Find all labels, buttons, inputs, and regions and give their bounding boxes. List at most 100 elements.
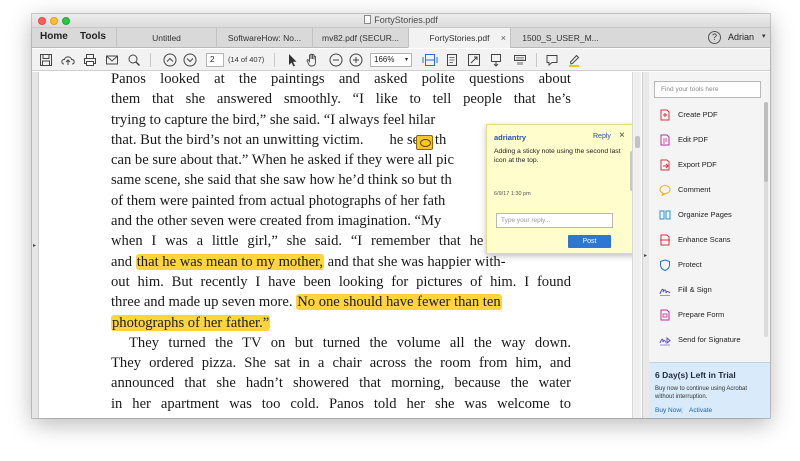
tool-label: Export PDF: [678, 160, 717, 169]
tab-untitled[interactable]: Untitled: [116, 28, 216, 48]
document-view[interactable]: Panos looked at the paintings and asked …: [40, 72, 632, 418]
select-cursor-icon[interactable]: [284, 52, 300, 68]
text-line: in her apartment was too cold. Panos tol…: [111, 395, 571, 412]
post-button[interactable]: Post: [568, 235, 611, 248]
trial-body: Buy now to continue using Acrobat withou…: [655, 386, 748, 400]
zoom-out-icon[interactable]: [328, 52, 344, 68]
toolbar-divider: [150, 53, 151, 67]
zoom-level-select[interactable]: 166% ▾: [370, 53, 412, 67]
find-tools-input[interactable]: Find your tools here: [654, 81, 761, 98]
tools-scrollbar[interactable]: [764, 102, 768, 337]
window-title: FortyStories.pdf: [32, 15, 770, 25]
highlight-pen-icon[interactable]: [566, 52, 582, 68]
comment-close-icon[interactable]: ×: [619, 130, 625, 141]
tools-scroll-thumb[interactable]: [764, 102, 768, 182]
text-fragment: three and made up seven more.: [111, 294, 293, 311]
zoom-level-value: 166%: [374, 55, 395, 64]
tool-fill-sign[interactable]: Fill & Sign: [649, 281, 762, 299]
comment-icon: [659, 183, 671, 197]
next-page-icon[interactable]: [182, 52, 198, 68]
email-icon[interactable]: [104, 52, 120, 68]
left-panel-toggle[interactable]: ▸: [32, 72, 39, 418]
tool-label: Comment: [678, 185, 711, 194]
text-line: three and made up seven more. No one sho…: [111, 292, 571, 312]
user-menu-caret-icon[interactable]: ▾: [762, 32, 766, 40]
document-icon: [364, 15, 372, 24]
text-fragment: and that she was happier with-: [327, 253, 506, 270]
text-line: Panos looked at the paintings and asked …: [111, 72, 571, 87]
save-icon[interactable]: [38, 52, 54, 68]
fill-sign-icon: [659, 283, 671, 296]
trial-separator: |: [681, 407, 683, 414]
expand-left-arrow-icon[interactable]: ▸: [33, 242, 36, 249]
reply-input[interactable]: Type your reply...: [496, 213, 613, 228]
tool-organize-pages[interactable]: Organize Pages: [649, 206, 762, 224]
tool-prepare-form[interactable]: Prepare Form: [649, 306, 762, 324]
tool-edit-pdf[interactable]: Edit PDF: [649, 131, 762, 149]
fit-page-scroll-icon[interactable]: [422, 52, 438, 68]
text-line: photographs of her father.”: [111, 313, 571, 333]
buy-now-link[interactable]: Buy Now: [655, 407, 681, 414]
activate-link[interactable]: Activate: [689, 407, 712, 414]
tool-export-pdf[interactable]: Export PDF: [649, 156, 762, 174]
tab-close-icon[interactable]: ×: [501, 28, 506, 47]
text-line: They turned the TV on but turned the vol…: [129, 334, 571, 351]
highlight-annotation[interactable]: photographs of her father.”: [111, 314, 271, 331]
text-line: them that she answered smoothly. “I like…: [111, 91, 571, 108]
trial-banner: 6 Day(s) Left in Trial Buy now to contin…: [649, 362, 770, 418]
tool-label: Fill & Sign: [678, 285, 712, 294]
tools-pane: Find your tools here Create PDF Edit PDF…: [649, 72, 770, 418]
highlight-annotation[interactable]: No one should have fewer than ten: [296, 294, 502, 311]
document-scroll-thumb[interactable]: [635, 136, 640, 148]
enhance-scans-icon: [659, 233, 671, 246]
help-icon[interactable]: ?: [708, 31, 721, 44]
text-line: and that he was mean to my mother, and t…: [111, 253, 506, 270]
home-button[interactable]: Home: [40, 31, 68, 42]
upload-cloud-icon[interactable]: [60, 52, 76, 68]
print-icon[interactable]: [82, 52, 98, 68]
tool-send-for-signature[interactable]: Send for Signature: [649, 331, 762, 349]
zoom-in-icon[interactable]: [348, 52, 364, 68]
scroll-mode-icon[interactable]: [488, 52, 504, 68]
read-mode-icon[interactable]: [512, 52, 528, 68]
page-display-icon[interactable]: [444, 52, 460, 68]
previous-page-icon[interactable]: [162, 52, 178, 68]
tool-protect[interactable]: Protect: [649, 256, 762, 274]
organize-pages-icon: [659, 208, 671, 220]
tools-button[interactable]: Tools: [80, 31, 106, 42]
tab-fortystories[interactable]: FortyStories.pdf ×: [408, 28, 510, 48]
tab-user-manual[interactable]: 1500_S_USER_M...: [510, 28, 610, 48]
sticky-note-icon[interactable]: [544, 52, 560, 68]
tab-label: Untitled: [152, 33, 181, 43]
tool-create-pdf[interactable]: Create PDF: [649, 106, 762, 124]
tool-label: Enhance Scans: [678, 235, 731, 244]
window-title-label: FortyStories.pdf: [374, 15, 438, 25]
highlight-annotation[interactable]: that he was mean to my mother,: [135, 253, 324, 270]
prepare-form-icon: [659, 308, 671, 321]
tool-label: Organize Pages: [678, 210, 732, 219]
user-menu[interactable]: Adrian: [728, 32, 754, 42]
comment-author: adriantry: [494, 133, 527, 142]
zoom-caret-icon: ▾: [404, 57, 408, 63]
tab-bar: Home Tools Untitled SoftwareHow: No... m…: [32, 28, 770, 48]
collapse-right-arrow-icon[interactable]: ▸: [644, 252, 647, 259]
comment-reply-link[interactable]: Reply: [593, 133, 611, 140]
full-screen-icon[interactable]: [466, 52, 482, 68]
comment-message: Adding a sticky note using the second la…: [494, 148, 621, 164]
sticky-note-annotation-icon[interactable]: [416, 135, 433, 150]
tab-mv82[interactable]: mv82.pdf (SECUR...: [312, 28, 408, 48]
title-bar[interactable]: FortyStories.pdf: [32, 14, 770, 28]
protect-icon: [659, 258, 671, 272]
document-scrollbar[interactable]: [632, 72, 641, 418]
tool-enhance-scans[interactable]: Enhance Scans: [649, 231, 762, 249]
page-number-input[interactable]: 2: [206, 53, 224, 67]
tool-label: Edit PDF: [678, 135, 709, 144]
tab-softwarehow[interactable]: SoftwareHow: No...: [216, 28, 312, 48]
tool-comment[interactable]: Comment: [649, 181, 762, 199]
search-icon[interactable]: [126, 52, 142, 68]
right-panel-toggle[interactable]: ▸: [642, 72, 649, 418]
tool-label: Protect: [678, 260, 702, 269]
comment-popup: adriantry Reply × Adding a sticky note u…: [486, 124, 632, 254]
export-pdf-icon: [659, 158, 671, 171]
hand-tool-icon[interactable]: [304, 52, 320, 68]
